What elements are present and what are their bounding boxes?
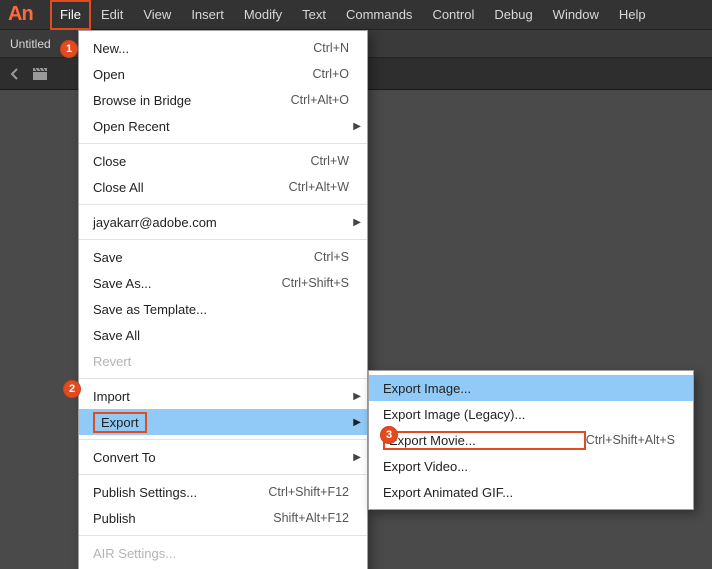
file-save-all[interactable]: Save All bbox=[79, 322, 367, 348]
scene-clapper-icon[interactable] bbox=[32, 67, 48, 81]
menu-label: Convert To bbox=[93, 450, 349, 465]
file-revert: Revert bbox=[79, 348, 367, 374]
menu-label: Export Video... bbox=[383, 459, 675, 474]
menu-debug[interactable]: Debug bbox=[484, 0, 542, 30]
chevron-right-icon: ▶ bbox=[353, 217, 361, 228]
menubar: An File Edit View Insert Modify Text Com… bbox=[0, 0, 712, 30]
menu-label: Export bbox=[101, 415, 139, 430]
menu-label: Export Animated GIF... bbox=[383, 485, 675, 500]
menu-file[interactable]: File bbox=[50, 0, 91, 30]
menu-shortcut: Ctrl+Shift+F12 bbox=[268, 485, 349, 499]
menu-label: jayakarr@adobe.com bbox=[93, 215, 349, 230]
file-menu-dropdown: New...Ctrl+N OpenCtrl+O Browse in Bridge… bbox=[78, 30, 368, 569]
menu-text[interactable]: Text bbox=[292, 0, 336, 30]
menu-shortcut: Ctrl+W bbox=[310, 154, 349, 168]
menu-label: Export Movie... bbox=[383, 431, 586, 450]
file-save[interactable]: SaveCtrl+S bbox=[79, 244, 367, 270]
file-open-recent[interactable]: Open Recent ▶ bbox=[79, 113, 367, 139]
file-air-settings: AIR Settings... bbox=[79, 540, 367, 566]
menu-shortcut: Ctrl+S bbox=[314, 250, 349, 264]
file-account[interactable]: jayakarr@adobe.com ▶ bbox=[79, 209, 367, 235]
file-browse-bridge[interactable]: Browse in BridgeCtrl+Alt+O bbox=[79, 87, 367, 113]
export-image-legacy[interactable]: Export Image (Legacy)... bbox=[369, 401, 693, 427]
annotation-badge-1: 1 bbox=[60, 40, 78, 58]
menu-label: Open bbox=[93, 67, 313, 82]
menu-shortcut: Ctrl+O bbox=[313, 67, 349, 81]
menu-label: Save as Template... bbox=[93, 302, 349, 317]
menu-shortcut: Ctrl+Shift+Alt+S bbox=[586, 433, 675, 447]
file-import[interactable]: Import ▶ bbox=[79, 383, 367, 409]
menu-separator bbox=[79, 239, 367, 240]
menu-label: Import bbox=[93, 389, 349, 404]
menu-label: Browse in Bridge bbox=[93, 93, 291, 108]
menu-label: Close bbox=[93, 154, 310, 169]
menu-label: AIR Settings... bbox=[93, 546, 349, 561]
menu-separator bbox=[79, 439, 367, 440]
menu-label: Close All bbox=[93, 180, 289, 195]
export-animated-gif[interactable]: Export Animated GIF... bbox=[369, 479, 693, 505]
menu-help[interactable]: Help bbox=[609, 0, 656, 30]
menu-shortcut: Ctrl+Shift+S bbox=[282, 276, 349, 290]
chevron-right-icon: ▶ bbox=[353, 417, 361, 428]
chevron-right-icon: ▶ bbox=[353, 121, 361, 132]
menu-label: Open Recent bbox=[93, 119, 349, 134]
file-close-all[interactable]: Close AllCtrl+Alt+W bbox=[79, 174, 367, 200]
export-submenu: Export Image... Export Image (Legacy)...… bbox=[368, 370, 694, 510]
menu-label: Export Image (Legacy)... bbox=[383, 407, 675, 422]
menu-label: Save bbox=[93, 250, 314, 265]
menu-commands[interactable]: Commands bbox=[336, 0, 422, 30]
file-publish-settings[interactable]: Publish Settings...Ctrl+Shift+F12 bbox=[79, 479, 367, 505]
menu-shortcut: Ctrl+N bbox=[313, 41, 349, 55]
menu-label: Save All bbox=[93, 328, 349, 343]
menu-shortcut: Ctrl+Alt+W bbox=[289, 180, 349, 194]
menu-modify[interactable]: Modify bbox=[234, 0, 292, 30]
file-publish[interactable]: PublishShift+Alt+F12 bbox=[79, 505, 367, 531]
menu-label: New... bbox=[93, 41, 313, 56]
menu-separator bbox=[79, 143, 367, 144]
menu-view[interactable]: View bbox=[133, 0, 181, 30]
document-tab[interactable]: Untitled bbox=[10, 37, 51, 51]
chevron-right-icon: ▶ bbox=[353, 452, 361, 463]
file-new[interactable]: New...Ctrl+N bbox=[79, 35, 367, 61]
menu-separator bbox=[79, 535, 367, 536]
menu-label: Save As... bbox=[93, 276, 282, 291]
menu-separator bbox=[79, 474, 367, 475]
file-convert-to[interactable]: Convert To ▶ bbox=[79, 444, 367, 470]
menu-window[interactable]: Window bbox=[543, 0, 609, 30]
menu-insert[interactable]: Insert bbox=[181, 0, 234, 30]
menu-shortcut: Shift+Alt+F12 bbox=[273, 511, 349, 525]
annotation-badge-2: 2 bbox=[63, 380, 81, 398]
menu-label: Publish bbox=[93, 511, 273, 526]
file-save-as[interactable]: Save As...Ctrl+Shift+S bbox=[79, 270, 367, 296]
app-logo: An bbox=[8, 3, 50, 26]
menu-control[interactable]: Control bbox=[422, 0, 484, 30]
menu-label: Publish Settings... bbox=[93, 485, 268, 500]
file-save-template[interactable]: Save as Template... bbox=[79, 296, 367, 322]
menu-label: Export Image... bbox=[383, 381, 675, 396]
file-close[interactable]: CloseCtrl+W bbox=[79, 148, 367, 174]
menu-shortcut: Ctrl+Alt+O bbox=[291, 93, 349, 107]
menu-separator bbox=[79, 378, 367, 379]
menu-edit[interactable]: Edit bbox=[91, 0, 133, 30]
file-open[interactable]: OpenCtrl+O bbox=[79, 61, 367, 87]
menu-separator bbox=[79, 204, 367, 205]
menu-label: Revert bbox=[93, 354, 349, 369]
chevron-right-icon: ▶ bbox=[353, 391, 361, 402]
file-export[interactable]: Export ▶ bbox=[79, 409, 367, 435]
back-arrow-icon[interactable] bbox=[8, 67, 22, 81]
export-image[interactable]: Export Image... bbox=[369, 375, 693, 401]
export-movie[interactable]: Export Movie...Ctrl+Shift+Alt+S bbox=[369, 427, 693, 453]
annotation-badge-3: 3 bbox=[380, 426, 398, 444]
export-video[interactable]: Export Video... bbox=[369, 453, 693, 479]
